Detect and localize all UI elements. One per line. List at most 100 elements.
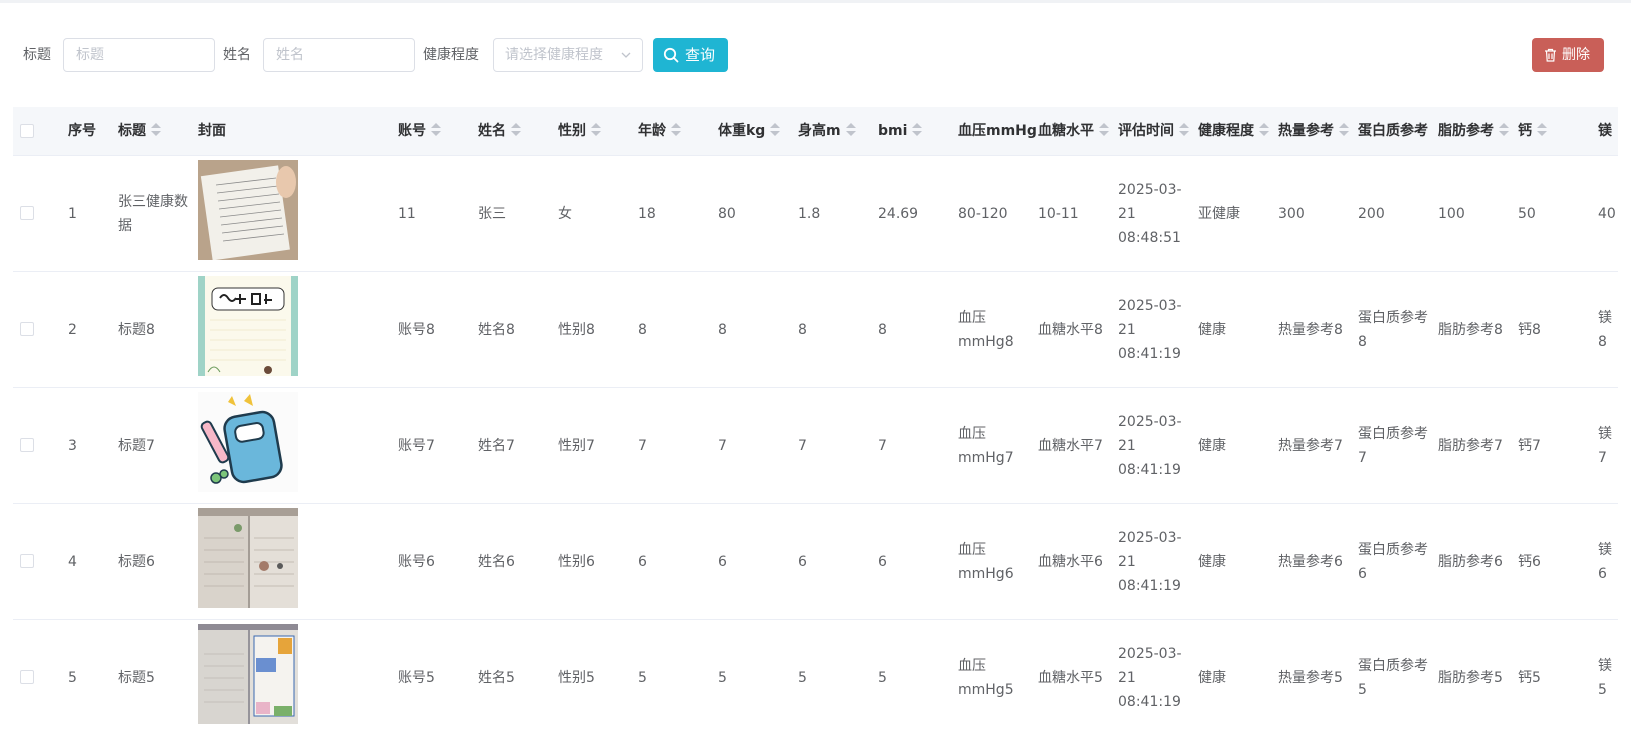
cell-calorie: 热量参考6 (1278, 553, 1343, 570)
header-blood-sugar[interactable]: 血糖水平 (1038, 107, 1109, 155)
cell-account: 账号5 (398, 669, 435, 686)
sort-icon[interactable] (1339, 122, 1349, 137)
row-checkbox[interactable] (20, 670, 34, 684)
cell-calorie: 300 (1278, 205, 1305, 222)
table-row[interactable]: 1 张三健康数据 11 张三 女 18 80 1.8 24.69 80-120 … (13, 156, 1618, 272)
cell-height: 6 (798, 553, 807, 570)
chevron-down-icon (621, 52, 631, 58)
header-name[interactable]: 姓名 (478, 107, 521, 155)
cell-calcium: 钙8 (1518, 321, 1541, 338)
cell-calcium: 钙6 (1518, 553, 1541, 570)
table-row[interactable]: 3 标题7 账号7 姓名7 性别7 7 7 7 7 血压mmHg7 血糖水平7 … (13, 388, 1618, 504)
query-button-label: 查询 (685, 46, 716, 64)
sort-icon[interactable] (151, 122, 161, 137)
cell-weight: 80 (718, 205, 736, 222)
name-filter-label: 姓名 (223, 47, 251, 63)
cell-magnesium: 镁6 (1598, 541, 1612, 582)
sort-icon[interactable] (1259, 122, 1269, 137)
cell-title: 张三健康数据 (118, 193, 188, 234)
title-filter-label: 标题 (23, 47, 51, 63)
cell-height: 5 (798, 669, 807, 686)
health-select-placeholder: 请选择健康程度 (505, 47, 603, 63)
sort-icon[interactable] (912, 122, 923, 137)
cell-blood-sugar: 血糖水平6 (1038, 553, 1103, 570)
cell-assess-time: 2025-03-21 08:41:19 (1118, 529, 1182, 594)
cell-age: 7 (638, 437, 647, 454)
sort-icon[interactable] (1499, 122, 1509, 137)
row-checkbox[interactable] (20, 438, 34, 452)
sort-icon[interactable] (671, 122, 681, 137)
cover-image (198, 508, 298, 608)
cell-assess-time: 2025-03-21 08:48:51 (1118, 181, 1182, 246)
cell-health: 健康 (1198, 321, 1226, 338)
cell-gender: 性别8 (558, 321, 595, 338)
cell-bmi: 6 (878, 553, 887, 570)
sort-icon[interactable] (591, 122, 601, 137)
cell-blood-pressure: 血压mmHg7 (958, 425, 1014, 466)
sort-icon[interactable] (1537, 122, 1547, 137)
cell-title: 标题6 (118, 553, 155, 570)
header-cover: 封面 (198, 123, 226, 139)
delete-button[interactable]: 删除 (1532, 38, 1604, 72)
header-magnesium: 镁 (1598, 123, 1612, 139)
cell-bmi: 8 (878, 321, 887, 338)
header-assess-time[interactable]: 评估时间 (1118, 107, 1189, 155)
sort-icon[interactable] (845, 122, 856, 137)
cell-calcium: 钙7 (1518, 437, 1541, 454)
cell-account: 账号8 (398, 321, 435, 338)
cell-fat: 脂肪参考6 (1438, 553, 1503, 570)
health-select[interactable]: 请选择健康程度 (493, 38, 643, 72)
header-weight[interactable]: 体重kg (718, 107, 781, 155)
trash-icon (1545, 48, 1556, 62)
search-bar: 标题 姓名 健康程度 请选择健康程度 查询 删除 (0, 38, 1631, 72)
row-checkbox[interactable] (20, 206, 34, 220)
cell-blood-sugar: 血糖水平5 (1038, 669, 1103, 686)
sort-icon[interactable] (511, 122, 521, 137)
search-icon (663, 47, 679, 63)
table-row[interactable]: 5 标题5 账号5 姓名5 性别5 5 5 5 5 血压mmHg5 血糖水平5 … (13, 620, 1618, 732)
sort-icon[interactable] (431, 122, 441, 137)
cell-index: 3 (68, 437, 77, 454)
cover-image (198, 276, 298, 376)
cell-index: 5 (68, 669, 77, 686)
cell-calorie: 热量参考8 (1278, 321, 1343, 338)
row-checkbox[interactable] (20, 322, 34, 336)
select-all-checkbox[interactable] (20, 124, 34, 138)
cell-protein: 蛋白质参考7 (1358, 425, 1428, 466)
cell-name: 姓名7 (478, 437, 515, 454)
title-filter-input[interactable] (63, 38, 215, 72)
sort-icon[interactable] (1099, 122, 1109, 137)
cell-account: 账号7 (398, 437, 435, 454)
header-gender[interactable]: 性别 (558, 107, 601, 155)
sort-icon[interactable] (770, 122, 781, 137)
cell-name: 姓名6 (478, 553, 515, 570)
header-age[interactable]: 年龄 (638, 107, 681, 155)
cell-title: 标题5 (118, 669, 155, 686)
sort-icon[interactable] (1179, 122, 1189, 137)
header-title[interactable]: 标题 (118, 107, 161, 155)
cell-blood-sugar: 10-11 (1038, 205, 1079, 222)
cover-image (198, 624, 298, 724)
header-calorie[interactable]: 热量参考 (1278, 107, 1349, 155)
header-account[interactable]: 账号 (398, 107, 441, 155)
row-checkbox[interactable] (20, 554, 34, 568)
table-row[interactable]: 4 标题6 账号6 姓名6 性别6 6 6 6 6 血压mmHg6 血糖水平6 … (13, 504, 1618, 620)
table-row[interactable]: 2 标题8 账号8 姓名8 性别8 8 8 8 8 血压mmHg8 血糖水平8 … (13, 272, 1618, 388)
cell-blood-sugar: 血糖水平8 (1038, 321, 1103, 338)
cell-gender: 性别6 (558, 553, 595, 570)
cell-magnesium: 镁5 (1598, 657, 1612, 698)
cell-age: 5 (638, 669, 647, 686)
name-filter-input[interactable] (263, 38, 415, 72)
header-health[interactable]: 健康程度 (1198, 107, 1269, 155)
header-bmi[interactable]: bmi (878, 107, 923, 155)
header-calcium[interactable]: 钙 (1518, 107, 1547, 155)
cell-weight: 8 (718, 321, 727, 338)
header-blood-pressure: 血压mmHg (958, 123, 1037, 139)
header-height[interactable]: 身高m (798, 107, 856, 155)
cell-height: 8 (798, 321, 807, 338)
cell-account: 11 (398, 205, 416, 222)
query-button[interactable]: 查询 (653, 38, 728, 72)
cell-account: 账号6 (398, 553, 435, 570)
header-fat[interactable]: 脂肪参考 (1438, 107, 1509, 155)
cell-index: 2 (68, 321, 77, 338)
